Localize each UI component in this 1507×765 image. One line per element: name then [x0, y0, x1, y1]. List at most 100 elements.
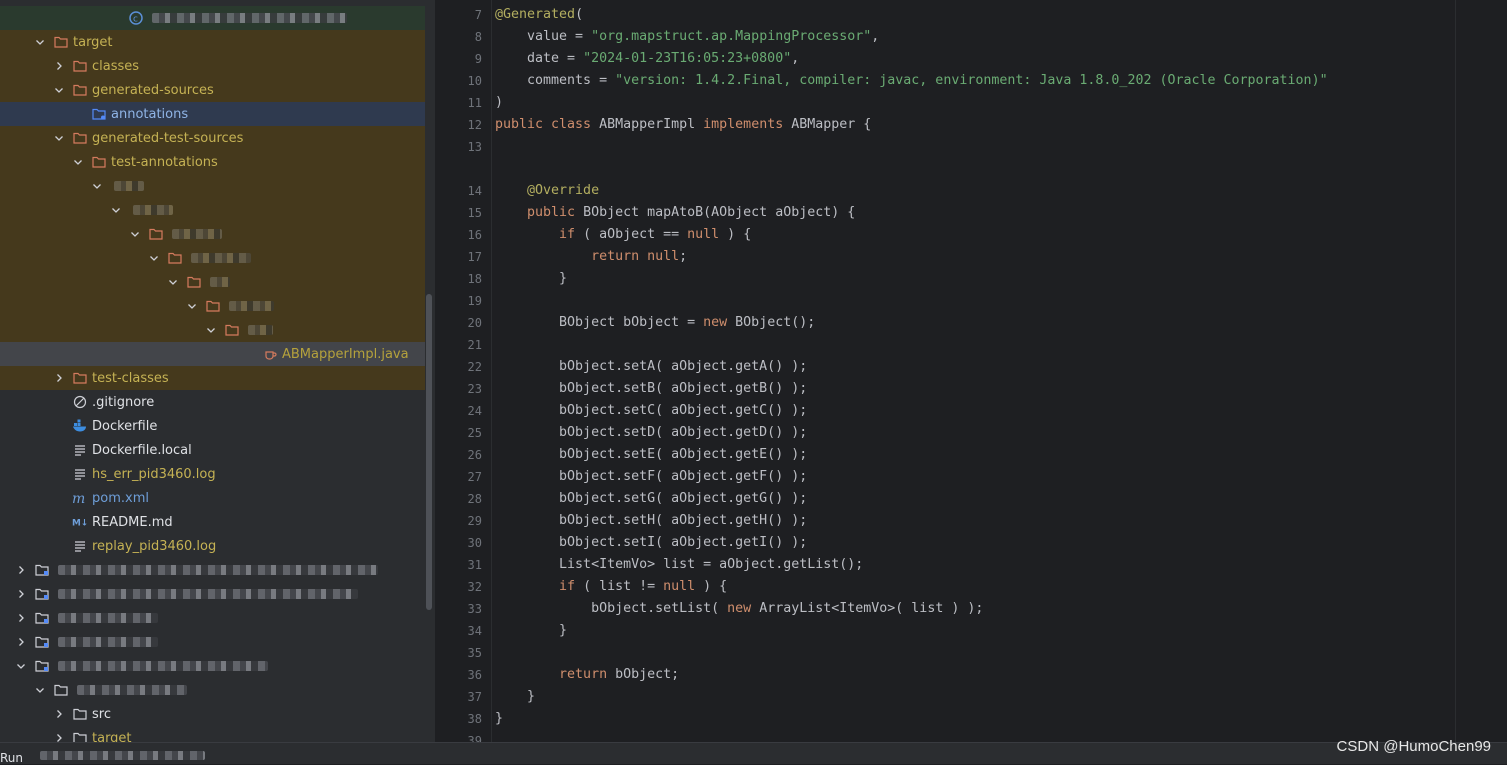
tree-item-target[interactable]: target — [0, 30, 425, 54]
folder-orange-icon — [148, 226, 164, 242]
tree-item-generated-test-sources[interactable]: generated-test-sources — [0, 126, 425, 150]
tree-item--gitignore[interactable]: .gitignore — [0, 390, 425, 414]
line-number: 8 — [474, 30, 482, 44]
tree-item-redacted[interactable] — [0, 606, 425, 630]
code-line[interactable]: BObject bObject = new BObject(); — [495, 312, 815, 334]
chevron-right-icon[interactable] — [52, 371, 66, 385]
tree-item-test-classes[interactable]: test-classes — [0, 366, 425, 390]
code-editor[interactable]: 7 8 9 10 11 12 13 14 15 16 17 18 19 20 21 22 23 24 25 26 27 2… — [436, 0, 1507, 742]
code-line[interactable]: bObject.setC( aObject.getC() ); — [495, 400, 807, 422]
tree-item-redacted[interactable] — [0, 318, 425, 342]
code-line[interactable]: bObject.setG( aObject.getG() ); — [495, 488, 807, 510]
code-line[interactable]: } — [495, 620, 567, 642]
folder-orange-icon — [167, 250, 183, 266]
tree-item-hs-err-pid3460-log[interactable]: hs_err_pid3460.log — [0, 462, 425, 486]
tree-item-target[interactable]: target — [0, 726, 425, 742]
code-line[interactable]: bObject.setB( aObject.getB() ); — [495, 378, 807, 400]
redacted-label — [58, 589, 358, 599]
line-number: 29 — [467, 514, 482, 528]
code-line[interactable]: bObject.setE( aObject.getE() ); — [495, 444, 807, 466]
code-token: BObject mapAtoB(AObject aObject) { — [583, 205, 856, 220]
code-line[interactable]: date = "2024-01-23T16:05:23+0800", — [495, 48, 799, 70]
tree-item-dockerfile-local[interactable]: Dockerfile.local — [0, 438, 425, 462]
chevron-down-icon[interactable] — [14, 659, 28, 673]
code-line[interactable]: ) — [495, 92, 503, 114]
tree-item-redacted[interactable] — [0, 630, 425, 654]
docker-icon — [72, 418, 88, 434]
tree-item-annotations[interactable]: annotations — [0, 102, 425, 126]
chevron-right-icon[interactable] — [14, 611, 28, 625]
tree-item-redacted[interactable] — [0, 246, 425, 270]
tree-item-redacted[interactable] — [0, 270, 425, 294]
tree-item-label: replay_pid3460.log — [92, 538, 217, 554]
chevron-down-icon[interactable] — [33, 35, 47, 49]
code-line[interactable]: value = "org.mapstruct.ap.MappingProcess… — [495, 26, 879, 48]
chevron-down-icon[interactable] — [33, 683, 47, 697]
tree-item-redacted[interactable] — [0, 174, 425, 198]
code-line[interactable]: } — [495, 708, 503, 730]
tree-scrollbar[interactable] — [426, 294, 432, 610]
chevron-down-icon[interactable] — [185, 299, 199, 313]
tree-item-replay-pid3460-log[interactable]: replay_pid3460.log — [0, 534, 425, 558]
tree-item-redacted[interactable] — [0, 558, 425, 582]
code-token: null — [663, 579, 696, 594]
code-line[interactable]: @Generated( — [495, 4, 583, 26]
code-line[interactable]: if ( list != null ) { — [495, 576, 727, 598]
chevron-down-icon[interactable] — [204, 323, 218, 337]
tree-item-redacted[interactable] — [0, 678, 425, 702]
tree-item-redacted[interactable] — [0, 198, 425, 222]
chevron-right-icon[interactable] — [14, 563, 28, 577]
code-line[interactable]: public class ABMapperImpl implements ABM… — [495, 114, 871, 136]
tree-item-redacted[interactable] — [0, 582, 425, 606]
chevron-right-icon[interactable] — [52, 59, 66, 73]
chevron-down-icon[interactable] — [71, 155, 85, 169]
code-line[interactable]: } — [495, 686, 535, 708]
tree-item-redacted[interactable] — [0, 654, 425, 678]
code-line[interactable]: bObject.setD( aObject.getD() ); — [495, 422, 807, 444]
run-tool-tab[interactable]: Run — [0, 751, 23, 765]
chevron-down-icon[interactable] — [147, 251, 161, 265]
module-icon — [34, 562, 50, 578]
tree-item-src[interactable]: src — [0, 702, 425, 726]
tree-item-dockerfile[interactable]: Dockerfile — [0, 414, 425, 438]
chevron-right-icon[interactable] — [14, 587, 28, 601]
chevron-down-icon[interactable] — [90, 179, 104, 193]
code-line[interactable]: bObject.setA( aObject.getA() ); — [495, 356, 807, 378]
chevron-down-icon[interactable] — [109, 203, 123, 217]
tree-item-readme-md[interactable]: M↓ README.md — [0, 510, 425, 534]
chevron-right-icon[interactable] — [52, 707, 66, 721]
code-line[interactable]: bObject.setList( new ArrayList<ItemVo>( … — [495, 598, 983, 620]
chevron-down-icon[interactable] — [52, 83, 66, 97]
code-token: @Generated — [495, 7, 576, 22]
folder-orange-icon — [53, 34, 69, 50]
ignore-file-icon — [72, 394, 88, 410]
chevron-down-icon[interactable] — [52, 131, 66, 145]
code-line[interactable]: bObject.setF( aObject.getF() ); — [495, 466, 807, 488]
tree-item-pom-xml[interactable]: m pom.xml — [0, 486, 425, 510]
code-line[interactable]: bObject.setI( aObject.getI() ); — [495, 532, 807, 554]
tree-item-classes[interactable]: classes — [0, 54, 425, 78]
tree-item-redacted[interactable] — [0, 222, 425, 246]
redacted-label — [229, 301, 274, 311]
code-line[interactable]: List<ItemVo> list = aObject.getList(); — [495, 554, 863, 576]
tree-item-abmapperimpl-java[interactable]: ABMapperImpl.java — [0, 342, 425, 366]
tree-item-redacted[interactable] — [0, 294, 425, 318]
chevron-down-icon[interactable] — [128, 227, 142, 241]
chevron-right-icon[interactable] — [14, 635, 28, 649]
code-line[interactable]: return bObject; — [495, 664, 679, 686]
code-line[interactable]: bObject.setH( aObject.getH() ); — [495, 510, 807, 532]
tree-row-top-blurred[interactable]: c — [0, 6, 425, 30]
code-line[interactable]: public BObject mapAtoB(AObject aObject) … — [495, 202, 855, 224]
project-tree-panel[interactable]: c target classes generated-sources annotati… — [0, 0, 435, 742]
code-line[interactable]: if ( aObject == null ) { — [495, 224, 751, 246]
code-line[interactable]: } — [495, 268, 567, 290]
code-line[interactable]: comments = "version: 1.4.2.Final, compil… — [495, 70, 1328, 92]
redacted-label — [114, 181, 144, 191]
chevron-down-icon[interactable] — [166, 275, 180, 289]
line-number: 23 — [467, 382, 482, 396]
chevron-right-icon[interactable] — [52, 731, 66, 742]
code-line[interactable]: @Override — [495, 180, 599, 202]
tree-item-generated-sources[interactable]: generated-sources — [0, 78, 425, 102]
tree-item-test-annotations[interactable]: test-annotations — [0, 150, 425, 174]
code-line[interactable]: return null; — [495, 246, 687, 268]
